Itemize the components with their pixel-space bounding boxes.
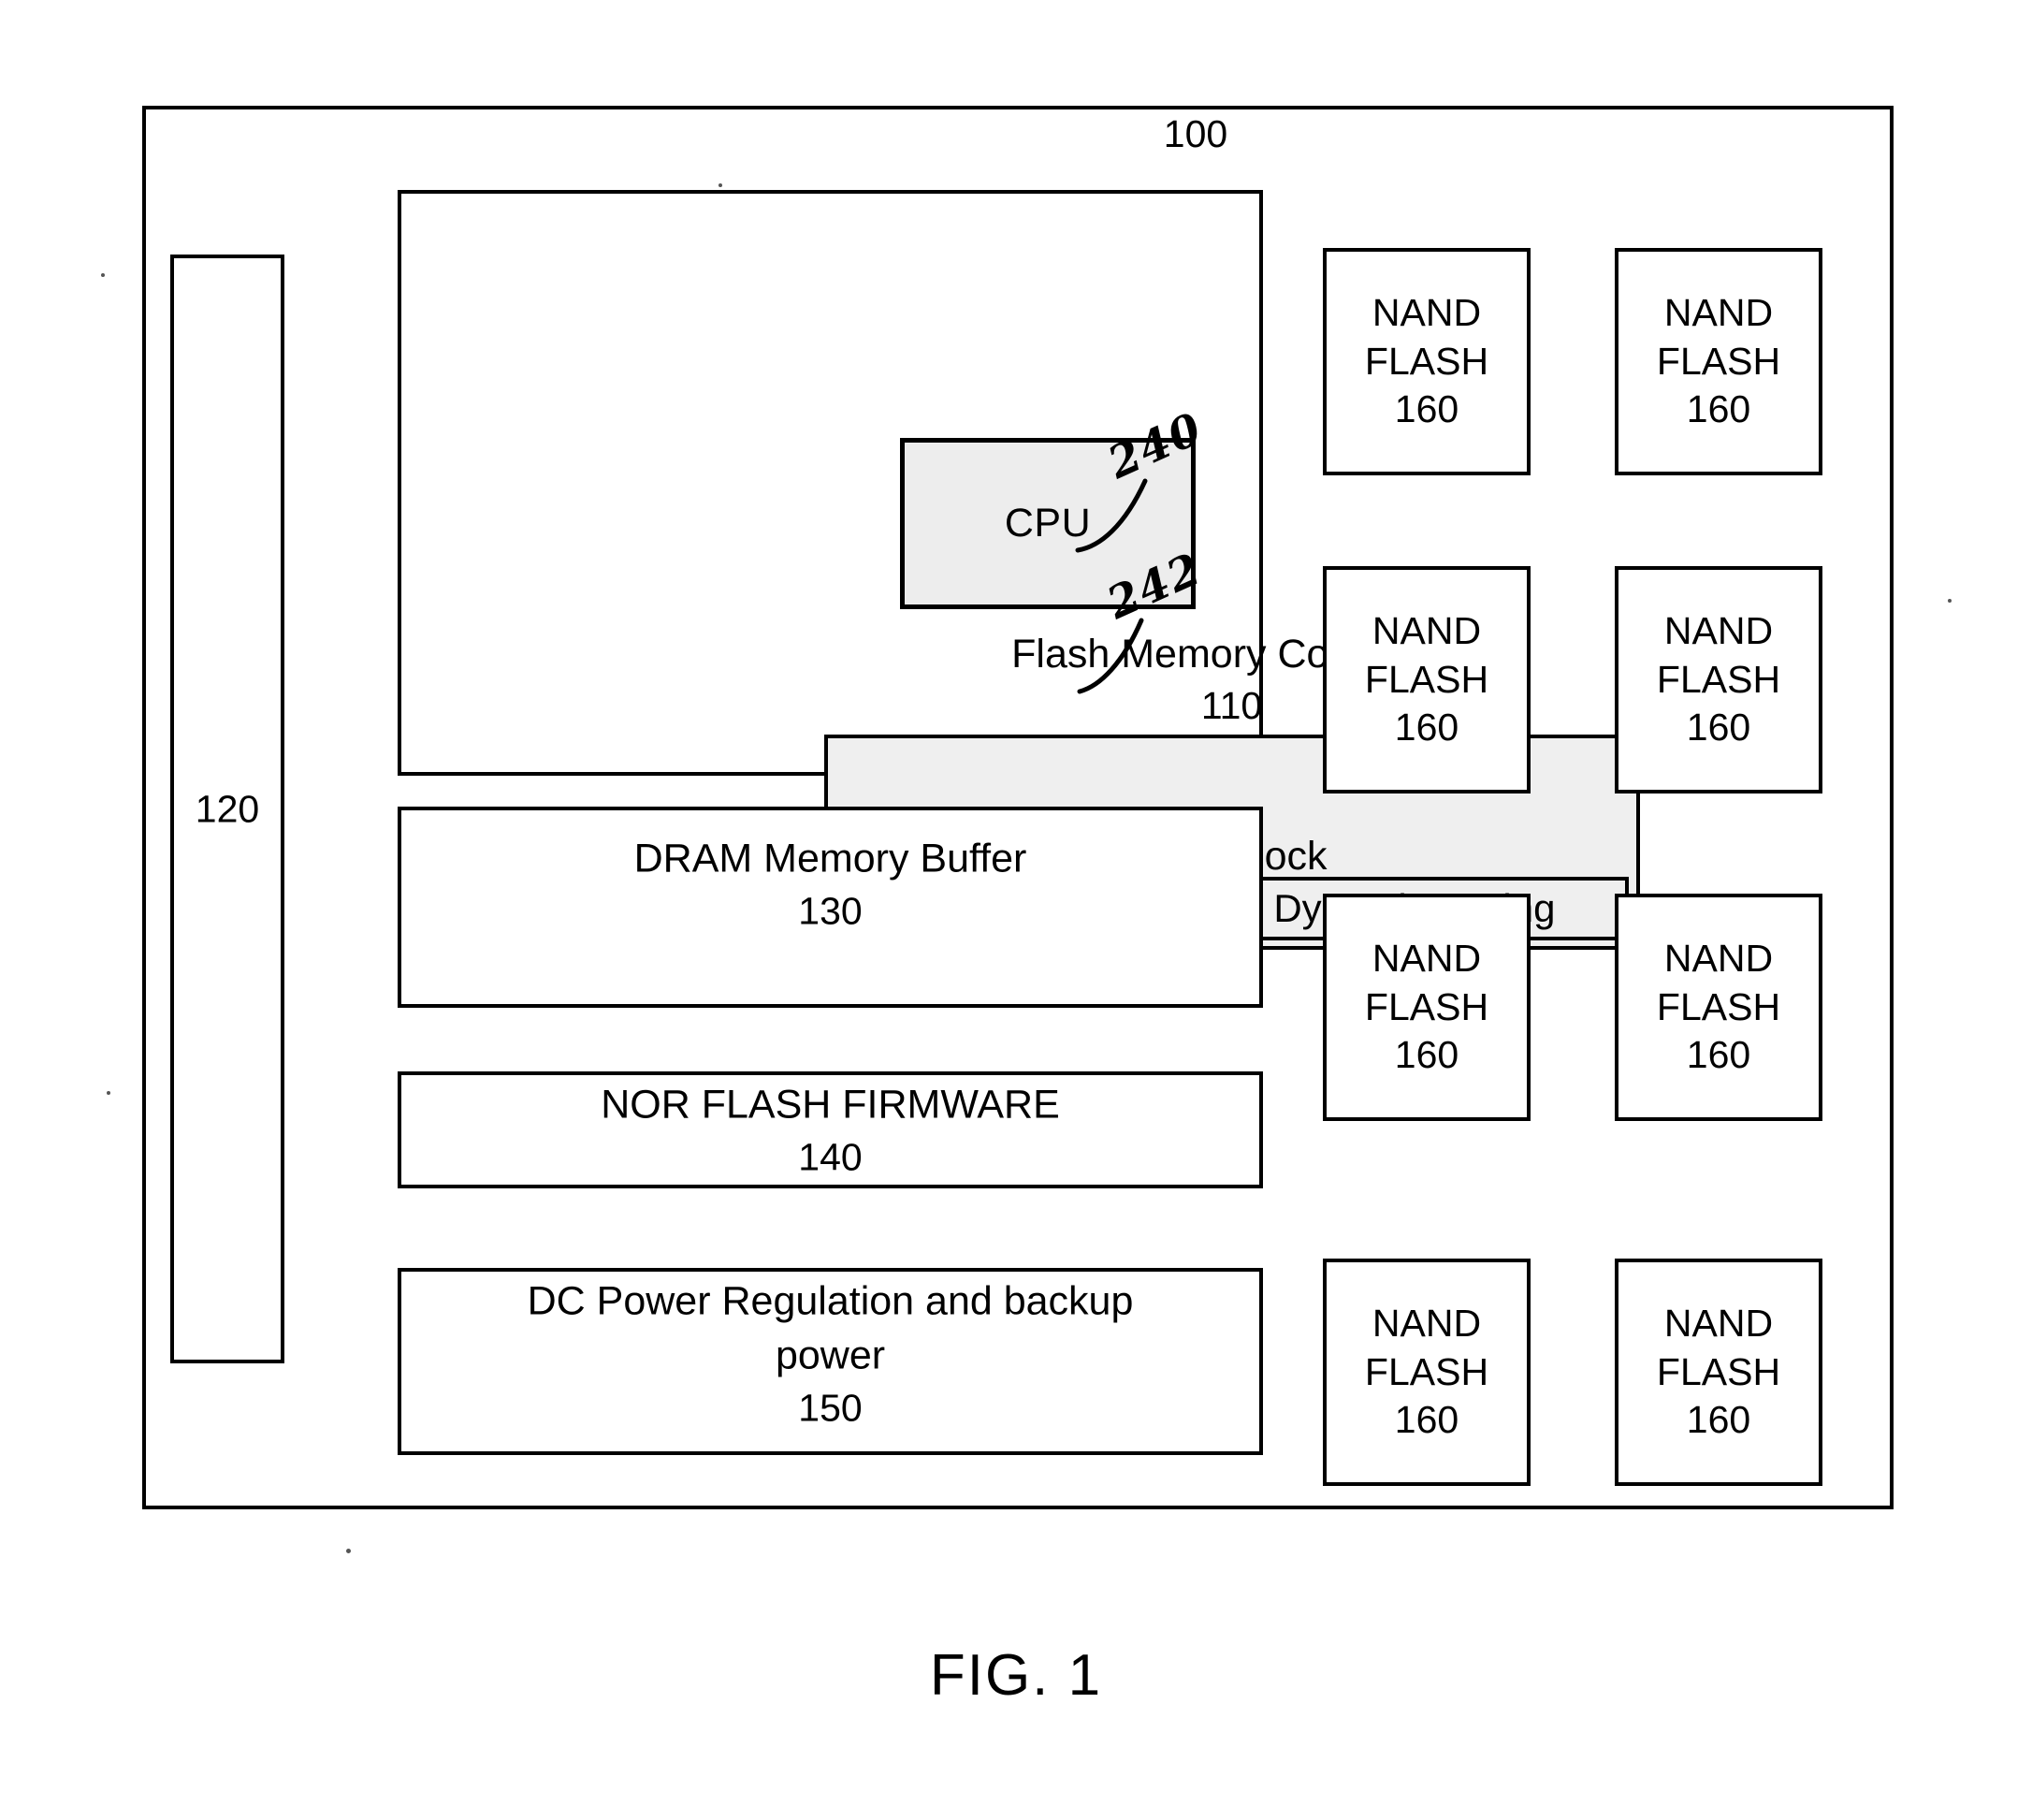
nand-line1: NAND (1372, 609, 1482, 653)
dram-memory-buffer-130: DRAM Memory Buffer 130 (398, 807, 1263, 1008)
nand-line2: FLASH (1656, 1349, 1781, 1393)
nand-line2: FLASH (1364, 1349, 1489, 1393)
nand-flash-package: NAND FLASH 160 (1323, 566, 1531, 794)
host-connector-120: 120 (170, 255, 284, 1363)
patent-figure-page: 100 120 CPU Flash Memory Controller 110 … (0, 0, 2032, 1820)
dc-power-title-line1: DC Power Regulation and backup (527, 1278, 1134, 1324)
dram-label-group: DRAM Memory Buffer 130 (401, 831, 1259, 937)
nand-ref-label: 160 (1394, 1398, 1459, 1442)
dram-ref-label: 130 (798, 889, 863, 933)
nor-title: NOR FLASH FIRMWARE (601, 1081, 1060, 1127)
scan-speck (107, 1091, 110, 1095)
nand-ref-label: 160 (1686, 387, 1751, 431)
nand-line1: NAND (1663, 291, 1774, 335)
nand-flash-package: NAND FLASH 160 (1615, 1259, 1822, 1486)
nand-ref-label: 160 (1686, 706, 1751, 750)
nand-flash-package: NAND FLASH 160 (1615, 248, 1822, 475)
nand-ref-label: 160 (1394, 706, 1459, 750)
nand-line2: FLASH (1656, 657, 1781, 701)
reference-numeral-100: 100 (1163, 112, 1228, 155)
dc-power-regulation-150: DC Power Regulation and backup power 150 (398, 1268, 1263, 1455)
dram-title: DRAM Memory Buffer (633, 835, 1027, 881)
scan-speck (101, 273, 105, 277)
nor-label-group: NOR FLASH FIRMWARE 140 (401, 1077, 1259, 1183)
scan-speck (1948, 599, 1952, 603)
nand-line1: NAND (1372, 1302, 1482, 1346)
nand-line1: NAND (1372, 937, 1482, 981)
dc-power-label-group: DC Power Regulation and backup power 150 (401, 1274, 1259, 1434)
nand-ref-label: 160 (1394, 1033, 1459, 1077)
scan-speck (718, 183, 722, 187)
host-connector-ref-label: 120 (195, 787, 260, 830)
dc-power-ref-label: 150 (798, 1386, 863, 1430)
nand-flash-package: NAND FLASH 160 (1615, 566, 1822, 794)
nand-line2: FLASH (1656, 984, 1781, 1028)
nand-ref-label: 160 (1686, 1398, 1751, 1442)
figure-caption: FIG. 1 (929, 1643, 1103, 1708)
scan-speck (346, 1549, 351, 1553)
dc-power-title-line2: power (775, 1332, 886, 1378)
nand-line1: NAND (1663, 609, 1774, 653)
nand-line1: NAND (1372, 291, 1482, 335)
nand-line2: FLASH (1364, 984, 1489, 1028)
nand-flash-package: NAND FLASH 160 (1615, 894, 1822, 1121)
nand-line1: NAND (1663, 937, 1774, 981)
nand-ref-label: 160 (1686, 1033, 1751, 1077)
nand-flash-package: NAND FLASH 160 (1323, 1259, 1531, 1486)
nand-line1: NAND (1663, 1302, 1774, 1346)
nand-line2: FLASH (1364, 657, 1489, 701)
nand-line2: FLASH (1364, 339, 1489, 383)
nand-ref-label: 160 (1394, 387, 1459, 431)
nor-ref-label: 140 (798, 1134, 863, 1178)
nand-flash-package: NAND FLASH 160 (1323, 248, 1531, 475)
nor-flash-firmware-140: NOR FLASH FIRMWARE 140 (398, 1071, 1263, 1188)
nand-flash-package: NAND FLASH 160 (1323, 894, 1531, 1121)
nand-line2: FLASH (1656, 339, 1781, 383)
